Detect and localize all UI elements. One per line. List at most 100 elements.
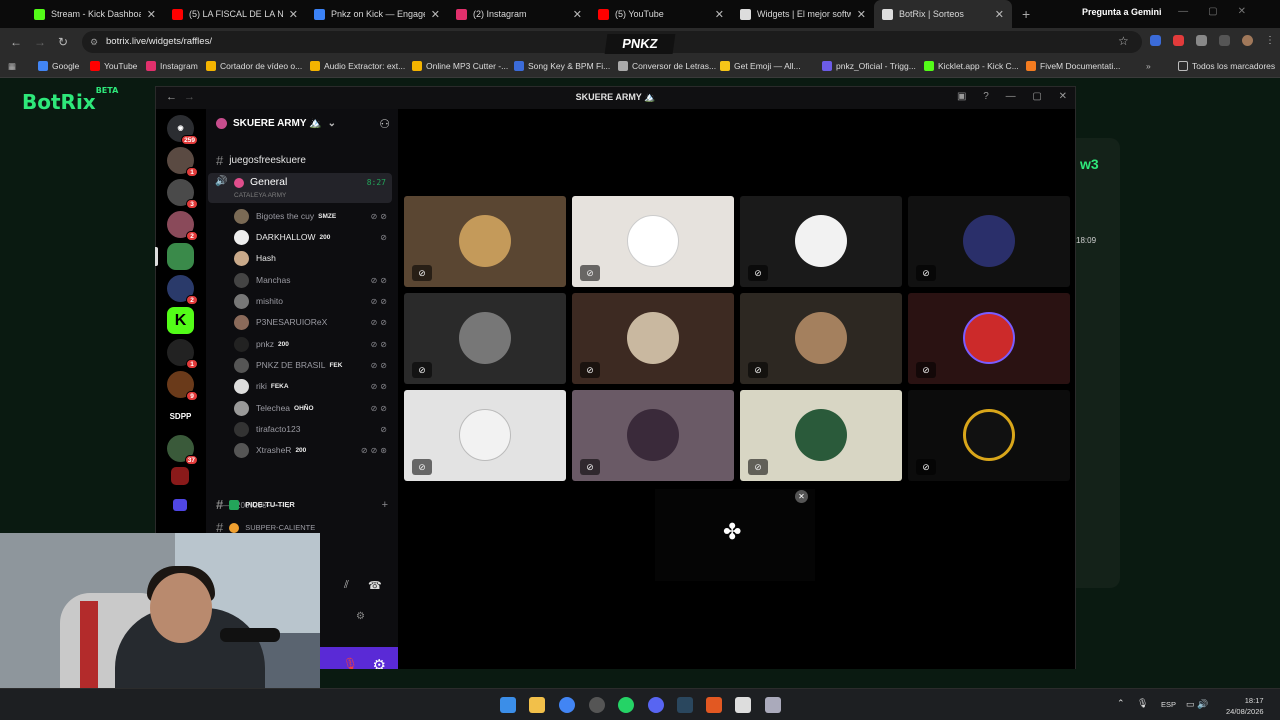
server-icon-active[interactable]	[155, 243, 194, 270]
window-controls[interactable]: —▢✕	[1178, 6, 1266, 17]
server-icon[interactable]: 3	[167, 179, 198, 209]
voice-user[interactable]: Hash	[234, 250, 394, 266]
clock[interactable]: 18:17 24/08/2026	[1226, 695, 1264, 717]
tab-kick-dashboard[interactable]: Stream - Kick Dashboard ✕	[26, 0, 164, 28]
voice-user[interactable]: Bigotes the cuy SMZE ⊘⊘	[234, 208, 394, 224]
server-icon[interactable]: 2	[167, 275, 198, 305]
server-icon[interactable]: 2	[167, 211, 198, 241]
participant-tile[interactable]: ⊘	[404, 196, 566, 287]
close-icon[interactable]: ✕	[795, 490, 808, 503]
participant-tile[interactable]: ⊘	[572, 196, 734, 287]
add-channel-icon[interactable]: +	[382, 499, 388, 511]
all-bookmarks-folder[interactable]: Todos los marcadores	[1178, 61, 1275, 71]
activities-icon[interactable]: ✤	[723, 519, 741, 545]
apps-icon[interactable]: ▦	[8, 61, 16, 72]
channel-juegosfreeskuere[interactable]: # juegosfreeskuere	[216, 153, 306, 168]
noise-suppression-icon[interactable]: ⫽	[344, 579, 349, 592]
bookmark-star-icon[interactable]: ☆	[1118, 34, 1129, 48]
menu-icon[interactable]: ⋮	[1265, 35, 1275, 46]
bookmark-fivem[interactable]: FiveM Documentati...	[1026, 61, 1120, 71]
channel-pide-tu-tier[interactable]: # PIDE-TU-TIER	[216, 497, 295, 512]
bookmark-google[interactable]: Google	[38, 61, 79, 71]
tab-pnkz-engagement[interactable]: Pnkz on Kick — Engageme ✕	[306, 0, 448, 28]
participant-tile[interactable]: ⊘	[740, 390, 902, 481]
bookmark-get-emoji[interactable]: Get Emoji — All...	[720, 61, 801, 71]
bookmark-letras[interactable]: Conversor de Letras...	[618, 61, 716, 71]
whatsapp-icon[interactable]	[618, 697, 634, 713]
close-icon[interactable]: ✕	[573, 8, 582, 21]
server-icon[interactable]: 37	[167, 435, 198, 465]
participant-tile[interactable]: ⊘	[572, 390, 734, 481]
voice-user[interactable]: PNKZ DE BRASIL FEK ⊘⊘	[234, 357, 394, 373]
discord-icon[interactable]	[648, 697, 664, 713]
server-icon[interactable]	[171, 467, 189, 485]
close-icon[interactable]: ✕	[289, 8, 298, 21]
participant-tile[interactable]: ⊘	[740, 293, 902, 384]
forward-icon[interactable]: →	[34, 35, 46, 49]
back-icon[interactable]: ←	[10, 35, 22, 49]
system-tray[interactable]: ⌃ 🎙	[1117, 698, 1148, 709]
server-icon[interactable]: 1	[167, 339, 198, 369]
voice-user[interactable]: P3NESARUIOReX ⊘⊘	[234, 314, 394, 330]
close-icon[interactable]: ✕	[995, 8, 1004, 21]
participant-tile[interactable]: ⊘	[740, 196, 902, 287]
mute-mic-icon[interactable]: 🎙	[343, 657, 358, 669]
site-info-icon[interactable]: ⚙	[90, 31, 98, 53]
extension-icon[interactable]	[1173, 35, 1184, 46]
more-bookmarks-icon[interactable]: »	[1146, 61, 1151, 71]
folder-icon[interactable]	[173, 499, 187, 511]
kick-server-icon[interactable]: K	[167, 307, 194, 334]
voice-user[interactable]: XtrasheR 200 ⊘⊘⊛	[234, 442, 394, 458]
tab-youtube-video[interactable]: (5) LA FISCAL DE LA NOCH ✕	[164, 0, 306, 28]
bookmark-mp3-cutter[interactable]: Online MP3 Cutter -...	[412, 61, 508, 71]
close-icon[interactable]: ✕	[857, 8, 866, 21]
participant-tile[interactable]: ⊘	[404, 293, 566, 384]
calculator-icon[interactable]	[765, 697, 781, 713]
activity-icon[interactable]: ⚙	[356, 611, 365, 622]
participant-tile[interactable]: ⊘	[908, 293, 1070, 384]
voice-user[interactable]: mishito ⊘⊘	[234, 293, 394, 309]
extension-icon[interactable]	[1150, 35, 1161, 46]
close-icon[interactable]: ✕	[431, 8, 440, 21]
bookmark-song-key[interactable]: Song Key & BPM Fi...	[514, 61, 610, 71]
invite-icon[interactable]: ⚇	[379, 117, 390, 131]
bookmark-audio-extractor[interactable]: Audio Extractor: ext...	[310, 61, 405, 71]
bookmark-instagram[interactable]: Instagram	[146, 61, 198, 71]
network-volume-icons[interactable]: ▭ 🔊	[1186, 699, 1208, 710]
voice-channel-general[interactable]: 🔊 General 8:27 CATALEYA ARMY	[208, 173, 392, 203]
voice-user[interactable]: pnkz 200 ⊘⊘	[234, 336, 394, 352]
direct-messages-button[interactable]: ◉ 259	[167, 115, 198, 145]
bookmark-kicklet[interactable]: Kicklet.app - Kick C...	[924, 61, 1019, 71]
tab-youtube[interactable]: (5) YouTube ✕	[590, 0, 732, 28]
close-icon[interactable]: ✕	[715, 8, 724, 21]
chrome-icon[interactable]	[559, 697, 575, 713]
sidebar-icon[interactable]	[1219, 35, 1230, 46]
window-controls[interactable]: ▣ ? — ▢ ✕	[957, 91, 1067, 102]
participant-tile[interactable]: ⊘	[908, 390, 1070, 481]
profile-avatar[interactable]	[1242, 35, 1253, 46]
new-tab-button[interactable]: +	[1022, 6, 1030, 22]
bookmark-pnkz-trigger[interactable]: pnkz_Oficial - Trigg...	[822, 61, 916, 71]
app-icon[interactable]	[706, 697, 722, 713]
participant-tile[interactable]: ⊘	[404, 390, 566, 481]
voice-user[interactable]: riki FEKA ⊘⊘	[234, 378, 394, 394]
voice-user[interactable]: tirafacto123 ⊘	[234, 421, 394, 437]
server-icon[interactable]: 1	[167, 147, 198, 177]
bookmark-video-cutter[interactable]: Cortador de vídeo o...	[206, 61, 302, 71]
tab-botrix-sorteos[interactable]: BotRix | Sorteos ✕	[874, 0, 1012, 28]
close-icon[interactable]: ✕	[147, 8, 156, 21]
tab-widgets[interactable]: Widgets | El mejor softwar ✕	[732, 0, 874, 28]
language-indicator[interactable]: ESP	[1161, 700, 1176, 709]
steam-icon[interactable]	[677, 697, 693, 713]
gear-icon[interactable]: ⚙	[373, 656, 386, 669]
file-explorer-icon[interactable]	[529, 697, 545, 713]
start-icon[interactable]	[500, 697, 516, 713]
bookmark-youtube[interactable]: YouTube	[90, 61, 137, 71]
server-icon[interactable]: 9	[167, 371, 198, 401]
puzzle-icon[interactable]	[1196, 35, 1207, 46]
tab-instagram[interactable]: (2) Instagram ✕	[448, 0, 590, 28]
disconnect-icon[interactable]: ☎	[368, 579, 382, 592]
gemini-button[interactable]: Pregunta a Gemini	[1082, 7, 1162, 17]
participant-tile[interactable]: ⊘	[572, 293, 734, 384]
app-icon[interactable]	[589, 697, 605, 713]
